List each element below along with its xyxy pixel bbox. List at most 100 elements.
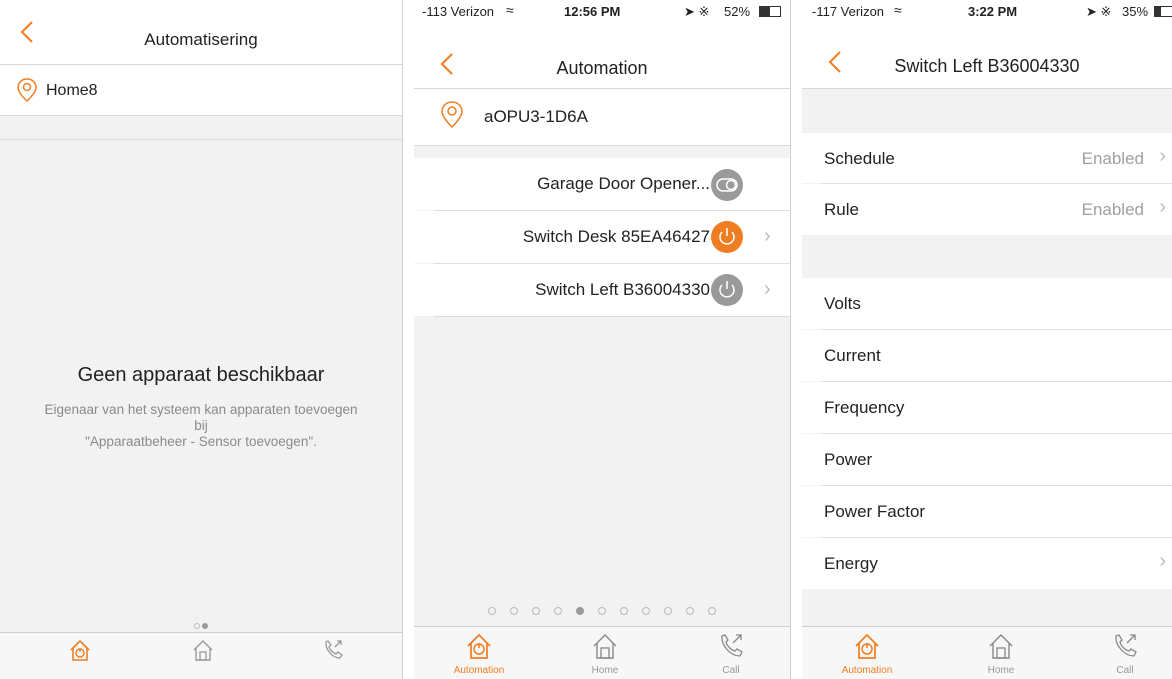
screen-automation: -113 Verizon ≈ 12:56 PM ➤ ※ 52% Automati… <box>414 0 791 679</box>
house-icon <box>193 640 213 661</box>
status-bar: -113 Verizon ≈ 12:56 PM ➤ ※ 52% <box>414 0 790 22</box>
location-pin-icon <box>17 78 37 103</box>
screen-automatisering: Automatisering Home8 Geen apparaat besch… <box>0 0 403 679</box>
chevron-left-icon <box>20 21 33 43</box>
row-label: Rule <box>824 200 859 219</box>
page-dot[interactable] <box>488 607 496 615</box>
device-name: Garage Door Opener... <box>537 174 710 193</box>
metric-row[interactable]: Energy › <box>802 538 1172 589</box>
empty-line: "Apparaatbeheer - Sensor toevoegen". <box>85 434 317 449</box>
tab-label: Call <box>1116 665 1134 676</box>
divider <box>0 139 402 140</box>
status-time: 12:56 PM <box>564 4 621 19</box>
back-button[interactable] <box>8 12 46 52</box>
page-title: Switch Left B36004330 <box>894 56 1080 76</box>
tab-label: Call <box>722 665 740 676</box>
chevron-right-icon: › <box>1159 145 1166 167</box>
page-dot[interactable] <box>532 607 540 615</box>
page-dot[interactable] <box>554 607 562 615</box>
page-dot[interactable] <box>664 607 672 615</box>
location-name: Home8 <box>46 82 98 99</box>
battery-icon <box>1154 6 1172 17</box>
toggle-switch-icon[interactable] <box>710 168 744 202</box>
metric-row[interactable]: Current <box>802 330 1172 381</box>
page-dot[interactable] <box>620 607 628 615</box>
location-row[interactable]: Home8 <box>0 65 402 116</box>
home-power-icon <box>70 639 90 661</box>
tab-bar: Automation Home Call <box>802 626 1172 679</box>
metric-row[interactable]: Volts <box>802 278 1172 329</box>
battery-text: 35% <box>1122 4 1149 19</box>
settings-row-rule[interactable]: Rule Enabled › <box>802 184 1172 235</box>
metric-row[interactable]: Frequency <box>802 382 1172 433</box>
metric-label: Current <box>824 346 881 365</box>
back-button[interactable] <box>428 44 466 84</box>
tab-label: Home <box>987 665 1015 676</box>
tab-call[interactable] <box>298 637 368 666</box>
location-row[interactable]: aOPU3-1D6A <box>414 89 790 146</box>
tab-call[interactable]: Call <box>1090 631 1160 676</box>
device-name: Switch Desk 85EA46427 <box>522 227 710 246</box>
nav-bar: Automation <box>414 22 790 89</box>
settings-row-schedule[interactable]: Schedule Enabled › <box>802 133 1172 183</box>
metric-label: Frequency <box>824 398 905 417</box>
chevron-right-icon: › <box>1159 550 1166 572</box>
page-dot-active[interactable] <box>202 623 208 629</box>
wifi-icon: ≈ <box>894 2 902 18</box>
location-bluetooth-icon: ➤ ※ <box>1086 4 1112 19</box>
tab-label: Automation <box>453 665 505 676</box>
home-power-icon <box>855 633 879 659</box>
power-icon[interactable] <box>710 273 744 307</box>
row-value: Enabled <box>1081 200 1144 219</box>
tab-label: Home <box>591 665 619 676</box>
wifi-icon: ≈ <box>506 2 514 18</box>
home-power-icon <box>467 633 491 659</box>
metric-label: Volts <box>824 294 861 313</box>
page-dot[interactable] <box>686 607 694 615</box>
metric-row[interactable]: Power <box>802 434 1172 485</box>
house-icon <box>593 634 617 659</box>
empty-message: Eigenaar van het systeem kan apparaten t… <box>0 402 402 450</box>
tab-bar <box>0 632 402 679</box>
row-label: Schedule <box>824 149 895 168</box>
power-icon[interactable] <box>710 220 744 254</box>
divider <box>434 316 790 317</box>
page-dot[interactable] <box>642 607 650 615</box>
empty-title: Geen apparaat beschikbaar <box>77 364 325 386</box>
carrier-text: -113 Verizon <box>422 4 495 19</box>
chevron-right-icon: › <box>764 225 771 247</box>
page-title: Automation <box>556 58 648 78</box>
house-icon <box>989 634 1013 659</box>
tab-automation[interactable]: Automation <box>444 631 514 676</box>
metric-row[interactable]: Power Factor <box>802 486 1172 537</box>
device-row[interactable]: Switch Left B36004330 › <box>414 264 790 316</box>
device-name: Switch Left B36004330 <box>535 280 710 299</box>
tab-home[interactable]: Home <box>966 631 1036 676</box>
nav-bar: Switch Left B36004330 <box>802 22 1172 89</box>
tab-automation[interactable] <box>45 637 115 666</box>
status-time: 3:22 PM <box>968 4 1018 19</box>
tab-home[interactable] <box>168 637 238 666</box>
page-title: Automatisering <box>144 30 258 49</box>
metric-label: Power <box>824 450 873 469</box>
location-name: aOPU3-1D6A <box>484 107 588 126</box>
metric-label: Energy <box>824 554 878 573</box>
page-dot-active[interactable] <box>576 607 584 615</box>
device-row[interactable]: Switch Desk 85EA46427 › <box>414 211 790 263</box>
tab-automation[interactable]: Automation <box>832 631 902 676</box>
page-dot[interactable] <box>510 607 518 615</box>
tab-label: Automation <box>841 665 893 676</box>
metric-label: Power Factor <box>824 502 926 521</box>
nav-bar: Automatisering <box>0 0 402 65</box>
battery-text: 52% <box>724 4 751 19</box>
page-dot[interactable] <box>708 607 716 615</box>
tab-call[interactable]: Call <box>696 631 766 676</box>
carrier-text: -117 Verizon <box>812 4 885 19</box>
tab-home[interactable]: Home <box>570 631 640 676</box>
empty-line: bij <box>194 418 208 433</box>
device-row[interactable]: Garage Door Opener... <box>414 158 790 210</box>
page-dot[interactable] <box>598 607 606 615</box>
battery-icon <box>759 6 781 17</box>
page-dot[interactable] <box>194 623 200 629</box>
empty-line: Eigenaar van het systeem kan apparaten t… <box>44 402 358 417</box>
